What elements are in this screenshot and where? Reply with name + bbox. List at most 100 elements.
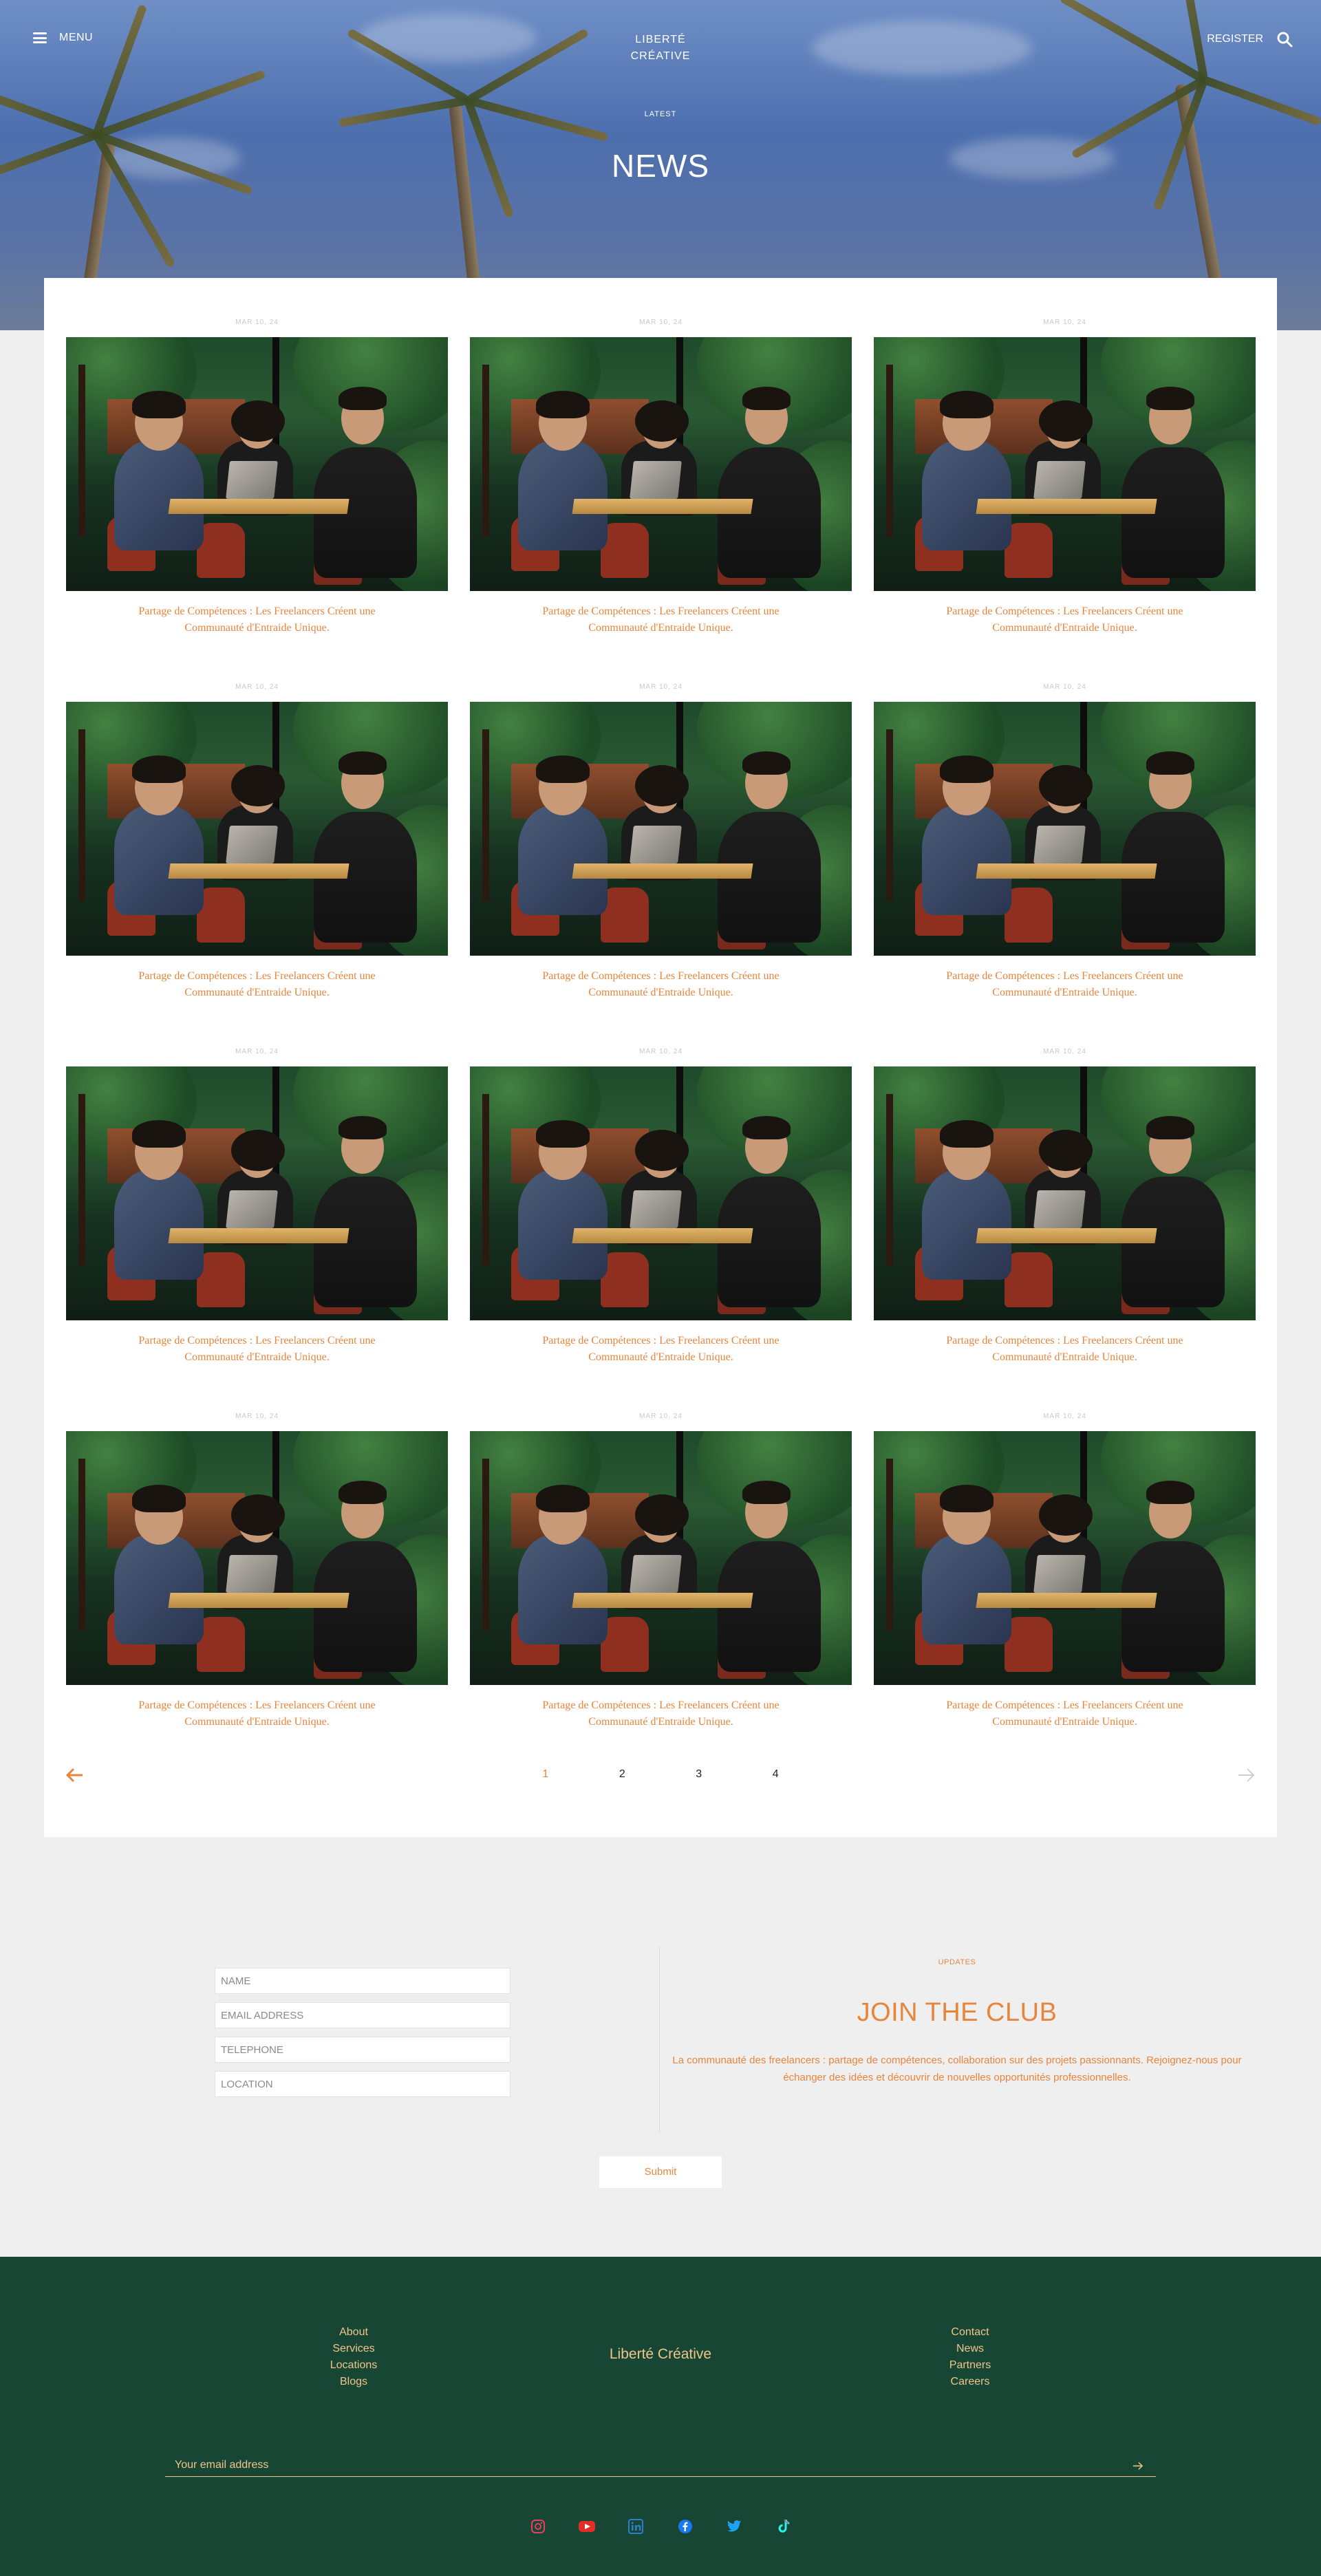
vertical-divider xyxy=(659,1947,660,2133)
site-footer: About Services Locations Blogs Liberté C… xyxy=(0,2257,1321,2576)
top-navigation: MENU LIBERTÉ CRÉATIVE REGISTER xyxy=(0,0,1321,83)
instagram-icon[interactable] xyxy=(530,2518,546,2535)
news-post: MAR 10, 24 Partage de Compétences : Les … xyxy=(874,319,1256,684)
post-title-link[interactable]: Partage de Compétences : Les Freelancers… xyxy=(874,603,1256,636)
email-field[interactable] xyxy=(215,2002,511,2028)
post-date: MAR 10, 24 xyxy=(639,683,683,691)
news-post: MAR 10, 24 Partage de Compétences : Les … xyxy=(66,1413,448,1778)
news-container: MAR 10, 24 Partage de Compétences : Les … xyxy=(44,278,1277,1837)
post-image[interactable] xyxy=(874,1066,1256,1320)
post-date: MAR 10, 24 xyxy=(235,683,279,691)
hero-kicker: LATEST xyxy=(644,110,677,118)
signup-form xyxy=(215,1968,511,2105)
news-post: MAR 10, 24 Partage de Compétences : Les … xyxy=(874,1049,1256,1413)
news-post: MAR 10, 24 Partage de Compétences : Les … xyxy=(874,1413,1256,1778)
post-image[interactable] xyxy=(874,337,1256,591)
page-1[interactable]: 1 xyxy=(508,1768,582,1781)
brand-line-2: CRÉATIVE xyxy=(630,50,691,62)
footer-link-news[interactable]: News xyxy=(901,2341,1039,2357)
youtube-icon[interactable] xyxy=(579,2518,596,2535)
news-post: MAR 10, 24 Partage de Compétences : Les … xyxy=(66,1049,448,1413)
page-2[interactable]: 2 xyxy=(586,1768,659,1781)
facebook-icon[interactable] xyxy=(677,2518,694,2535)
post-image[interactable] xyxy=(470,337,852,591)
post-title-link[interactable]: Partage de Compétences : Les Freelancers… xyxy=(470,603,852,636)
footer-link-services[interactable]: Services xyxy=(285,2341,422,2357)
post-date: MAR 10, 24 xyxy=(1043,683,1086,691)
page-3[interactable]: 3 xyxy=(662,1768,735,1781)
footer-link-blogs[interactable]: Blogs xyxy=(285,2374,422,2390)
social-links xyxy=(523,2518,798,2535)
post-title-link[interactable]: Partage de Compétences : Les Freelancers… xyxy=(470,968,852,1001)
footer-link-careers[interactable]: Careers xyxy=(901,2374,1039,2390)
post-date: MAR 10, 24 xyxy=(639,1413,683,1420)
join-kicker: UPDATES xyxy=(938,1958,976,1966)
menu-label: MENU xyxy=(59,32,94,43)
footer-links-right: Contact News Partners Careers xyxy=(901,2324,1039,2390)
post-date: MAR 10, 24 xyxy=(1043,1048,1086,1055)
brand-logo[interactable]: LIBERTÉ CRÉATIVE xyxy=(592,32,729,65)
join-title: JOIN THE CLUB xyxy=(857,1998,1057,2027)
name-field[interactable] xyxy=(215,1968,511,1994)
news-post: MAR 10, 24 Partage de Compétences : Les … xyxy=(470,1049,852,1413)
footer-link-about[interactable]: About xyxy=(285,2324,422,2341)
news-post: MAR 10, 24 Partage de Compétences : Les … xyxy=(66,319,448,684)
post-title-link[interactable]: Partage de Compétences : Les Freelancers… xyxy=(874,1697,1256,1730)
post-title-link[interactable]: Partage de Compétences : Les Freelancers… xyxy=(470,1697,852,1730)
post-image[interactable] xyxy=(66,337,448,591)
brand-line-1: LIBERTÉ xyxy=(635,34,686,45)
arrow-right-icon[interactable] xyxy=(1132,2461,1143,2471)
post-image[interactable] xyxy=(470,1066,852,1320)
post-date: MAR 10, 24 xyxy=(639,319,683,326)
news-post: MAR 10, 24 Partage de Compétences : Les … xyxy=(470,684,852,1049)
post-image[interactable] xyxy=(470,702,852,956)
post-image[interactable] xyxy=(66,702,448,956)
twitter-icon[interactable] xyxy=(726,2518,742,2535)
next-arrow-icon[interactable] xyxy=(1237,1767,1256,1783)
news-post: MAR 10, 24 Partage de Compétences : Les … xyxy=(66,684,448,1049)
post-title-link[interactable]: Partage de Compétences : Les Freelancers… xyxy=(874,1333,1256,1366)
post-date: MAR 10, 24 xyxy=(235,1048,279,1055)
footer-link-partners[interactable]: Partners xyxy=(901,2357,1039,2374)
post-date: MAR 10, 24 xyxy=(1043,319,1086,326)
footer-brand[interactable]: Liberté Créative xyxy=(557,2346,764,2363)
page-numbers: 1 2 3 4 xyxy=(44,1768,1277,1781)
footer-links-left: About Services Locations Blogs xyxy=(285,2324,422,2390)
page-4[interactable]: 4 xyxy=(739,1768,813,1781)
post-title-link[interactable]: Partage de Compétences : Les Freelancers… xyxy=(874,968,1256,1001)
footer-link-locations[interactable]: Locations xyxy=(285,2357,422,2374)
post-image[interactable] xyxy=(874,702,1256,956)
footer-link-contact[interactable]: Contact xyxy=(901,2324,1039,2341)
newsletter-email-input[interactable] xyxy=(165,2455,1115,2476)
post-date: MAR 10, 24 xyxy=(235,1413,279,1420)
news-post: MAR 10, 24 Partage de Compétences : Les … xyxy=(470,319,852,684)
news-post: MAR 10, 24 Partage de Compétences : Les … xyxy=(470,1413,852,1778)
post-title-link[interactable]: Partage de Compétences : Les Freelancers… xyxy=(66,603,448,636)
post-title-link[interactable]: Partage de Compétences : Les Freelancers… xyxy=(470,1333,852,1366)
post-date: MAR 10, 24 xyxy=(639,1048,683,1055)
tiktok-icon[interactable] xyxy=(775,2518,791,2535)
join-club-section: UPDATES JOIN THE CLUB La communauté des … xyxy=(0,1871,1321,2257)
post-title-link[interactable]: Partage de Compétences : Les Freelancers… xyxy=(66,1333,448,1366)
pagination: 1 2 3 4 xyxy=(44,1763,1277,1790)
page-title: NEWS xyxy=(612,148,709,184)
telephone-field[interactable] xyxy=(215,2037,511,2063)
post-title-link[interactable]: Partage de Compétences : Les Freelancers… xyxy=(66,1697,448,1730)
location-field[interactable] xyxy=(215,2071,511,2097)
post-image[interactable] xyxy=(66,1066,448,1320)
menu-button[interactable]: MENU xyxy=(33,32,93,44)
news-grid: MAR 10, 24 Partage de Compétences : Les … xyxy=(66,319,1256,1778)
register-link[interactable]: REGISTER xyxy=(1207,33,1263,45)
post-image[interactable] xyxy=(470,1431,852,1685)
hamburger-icon xyxy=(33,32,47,43)
newsletter-form xyxy=(165,2455,1156,2477)
post-image[interactable] xyxy=(874,1431,1256,1685)
linkedin-icon[interactable] xyxy=(627,2518,644,2535)
submit-button[interactable]: Submit xyxy=(599,2156,722,2189)
post-title-link[interactable]: Partage de Compétences : Les Freelancers… xyxy=(66,968,448,1001)
search-icon[interactable] xyxy=(1276,30,1293,48)
news-post: MAR 10, 24 Partage de Compétences : Les … xyxy=(874,684,1256,1049)
join-description: La communauté des freelancers : partage … xyxy=(672,2054,1242,2083)
post-image[interactable] xyxy=(66,1431,448,1685)
post-date: MAR 10, 24 xyxy=(1043,1413,1086,1420)
